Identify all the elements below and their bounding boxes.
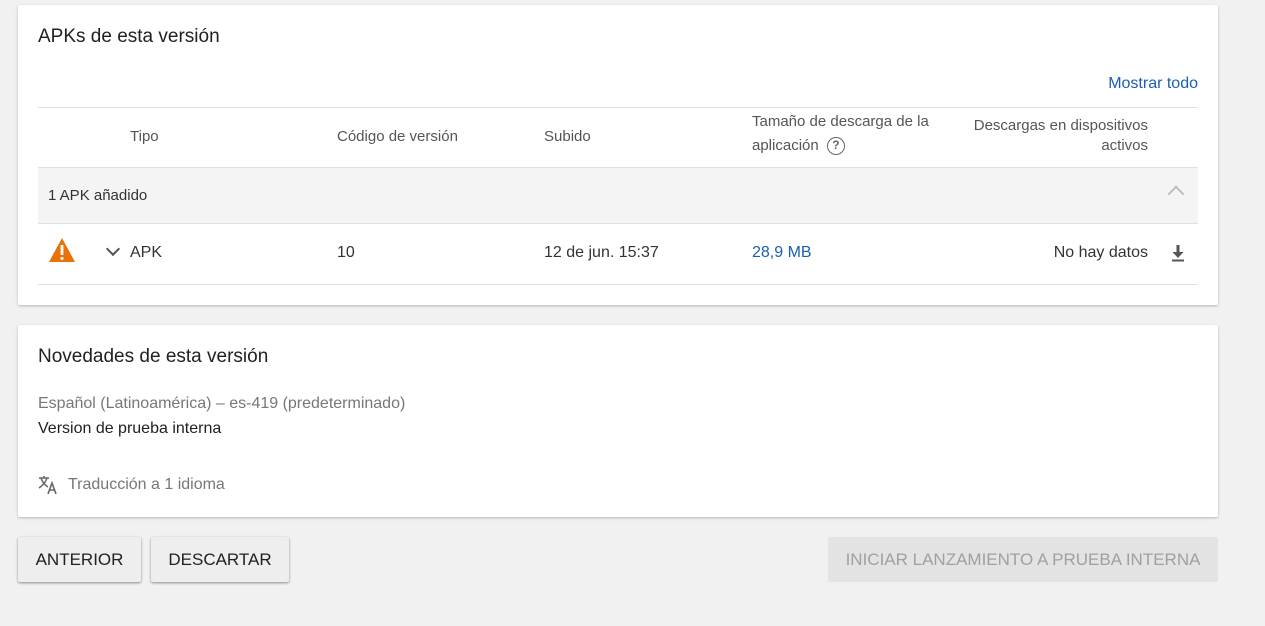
cell-download-size[interactable]: 28,9 MB <box>752 244 812 262</box>
apk-group-label: 1 APK añadido <box>48 187 148 204</box>
cell-version-code: 10 <box>337 244 355 261</box>
column-header-download-size-line1: Tamaño de descarga de la <box>752 113 929 130</box>
cell-uploaded: 12 de jun. 15:37 <box>544 244 659 261</box>
release-notes-text: Version de prueba interna <box>38 420 222 437</box>
release-notes-language: Español (Latinoamérica) – es-419 (predet… <box>38 395 406 412</box>
column-header-active-downloads-line1: Descargas en dispositivos <box>973 117 1148 134</box>
column-header-download-size: Tamaño de descarga de la aplicación ? <box>752 110 952 158</box>
download-icon[interactable] <box>1170 244 1186 262</box>
start-internal-test-rollout-button[interactable]: INICIAR LANZAMIENTO A PRUEBA INTERNA <box>828 537 1218 582</box>
warning-icon[interactable] <box>48 237 76 263</box>
apk-card: APKs de esta versión Mostrar todo Tipo C… <box>18 5 1218 305</box>
discard-button[interactable]: DESCARTAR <box>151 537 289 582</box>
translation-label: Traducción a 1 idioma <box>68 476 225 493</box>
cell-active-downloads: No hay datos <box>1053 244 1148 261</box>
previous-button[interactable]: ANTERIOR <box>18 537 141 582</box>
show-all-link[interactable]: Mostrar todo <box>1108 75 1198 93</box>
help-icon[interactable]: ? <box>826 137 845 156</box>
table-row: APK 10 12 de jun. 15:37 28,9 MB No hay d… <box>38 224 1198 285</box>
apk-table: Tipo Código de versión Subido Tamaño de … <box>38 107 1198 285</box>
chevron-down-icon[interactable] <box>105 241 121 257</box>
column-header-download-size-line2: aplicación <box>752 137 819 154</box>
apk-card-title: APKs de esta versión <box>38 26 220 47</box>
column-header-version-code: Código de versión <box>337 128 458 145</box>
release-notes-title: Novedades de esta versión <box>38 346 269 367</box>
column-header-active-downloads: Descargas en dispositivos activos <box>948 116 1148 156</box>
column-header-uploaded: Subido <box>544 128 591 145</box>
column-header-type: Tipo <box>130 128 159 145</box>
release-notes-card: Novedades de esta versión Español (Latin… <box>18 325 1218 517</box>
translation-row[interactable]: Traducción a 1 idioma <box>38 475 225 495</box>
translate-icon <box>38 476 57 495</box>
cell-type: APK <box>130 244 163 261</box>
chevron-up-icon[interactable] <box>1167 185 1185 203</box>
apk-group-row[interactable]: 1 APK añadido <box>38 168 1198 224</box>
column-header-active-downloads-line2: activos <box>1101 137 1148 154</box>
table-header: Tipo Código de versión Subido Tamaño de … <box>38 107 1198 168</box>
